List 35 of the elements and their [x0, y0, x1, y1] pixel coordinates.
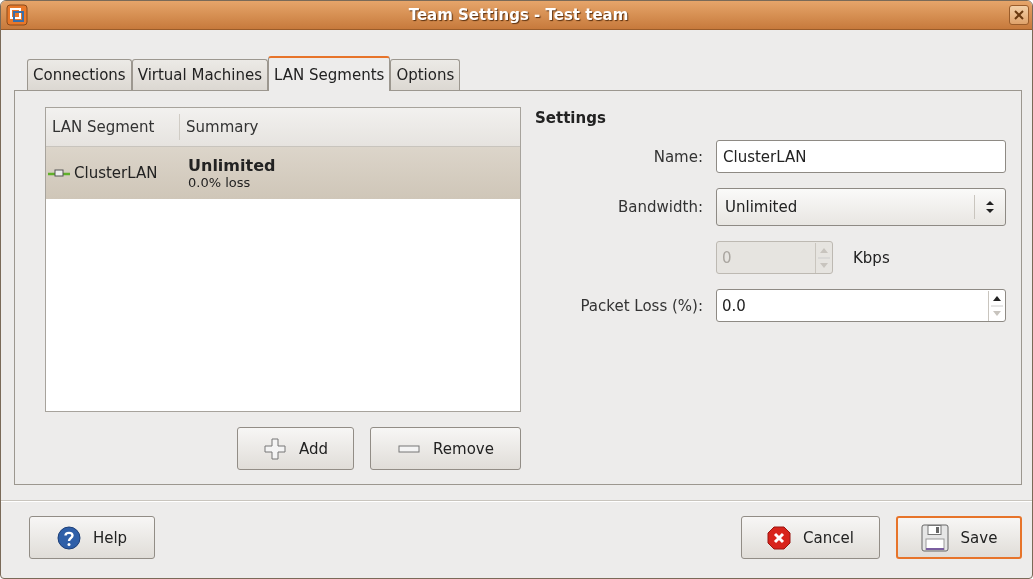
app-icon — [6, 4, 28, 26]
plus-icon — [262, 436, 287, 461]
help-button[interactable]: Help — [29, 516, 155, 559]
tab[interactable]: Options — [390, 59, 461, 90]
unit-label: Kbps — [853, 248, 890, 267]
minus-icon — [397, 444, 422, 453]
field-label: Bandwidth: — [617, 198, 703, 216]
save-button[interactable]: Save — [896, 516, 1022, 559]
close-button[interactable] — [1009, 5, 1029, 25]
help-icon — [56, 525, 81, 550]
remove-button[interactable]: Remove — [370, 427, 521, 470]
network-icon — [48, 168, 70, 178]
cancel-button[interactable]: Cancel — [741, 516, 880, 559]
window-title: Team Settings - Test team — [407, 6, 630, 24]
spin-arrows-icon — [988, 290, 1005, 321]
tab[interactable]: Virtual Machines — [131, 59, 269, 90]
spin-arrows-icon — [815, 242, 832, 273]
packet-loss-spin-field[interactable]: 0.0 — [716, 289, 1006, 322]
tab[interactable]: LAN Segments — [268, 56, 391, 91]
segment-name: ClusterLAN — [74, 164, 158, 182]
add-button[interactable]: Add — [237, 427, 354, 470]
section-heading: Settings — [535, 109, 607, 127]
cancel-icon — [767, 525, 792, 550]
name-field[interactable]: ClusterLAN — [716, 140, 1006, 173]
field-label: Name: — [652, 147, 703, 166]
field-label: Packet Loss (%): — [579, 296, 703, 315]
close-icon — [1014, 10, 1024, 20]
summary-title: Unlimited — [188, 156, 276, 175]
bandwidth-dropdown[interactable]: Unlimited — [716, 188, 1006, 226]
column-header[interactable]: Summary — [180, 108, 265, 146]
updown-arrow-icon — [985, 200, 995, 214]
tab[interactable]: Connections — [27, 59, 132, 90]
list-row[interactable]: ClusterLAN Unlimited 0.0% loss — [46, 147, 520, 199]
column-header[interactable]: LAN Segment — [46, 114, 180, 140]
summary-detail: 0.0% loss — [188, 175, 252, 190]
